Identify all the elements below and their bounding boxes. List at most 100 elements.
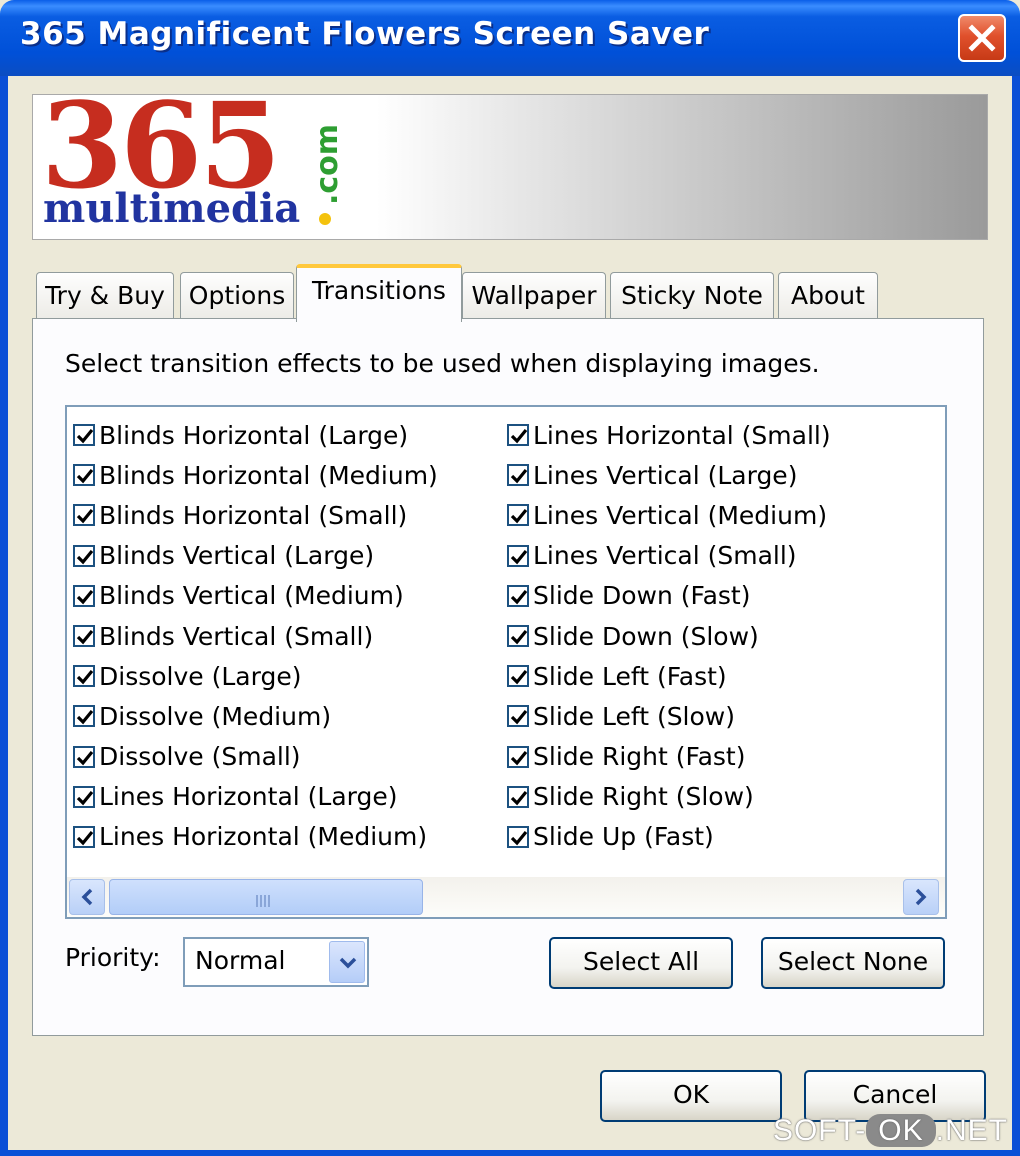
transition-checkbox[interactable]	[73, 745, 95, 768]
transition-checkbox[interactable]	[507, 785, 529, 808]
checkmark-icon	[510, 790, 528, 806]
transition-item[interactable]: Slide Left (Slow)	[507, 696, 831, 736]
grip-icon	[256, 892, 274, 907]
checkmark-icon	[510, 630, 528, 645]
transition-checkbox[interactable]	[507, 464, 529, 487]
title-bar[interactable]: 365 Magnificent Flowers Screen Saver	[0, 0, 1020, 76]
watermark: SOFT- OK .NET	[773, 1114, 1008, 1148]
transition-checkbox[interactable]	[73, 705, 95, 728]
transition-item[interactable]: Dissolve (Medium)	[73, 696, 438, 736]
transition-checkbox[interactable]	[73, 424, 95, 447]
transition-item[interactable]: Slide Left (Fast)	[507, 656, 831, 696]
transition-item[interactable]: Blinds Vertical (Large)	[73, 536, 438, 576]
transition-item[interactable]: Slide Up (Fast)	[507, 817, 831, 857]
checkmark-icon	[510, 429, 528, 444]
transition-item[interactable]: Blinds Horizontal (Small)	[73, 495, 438, 535]
scrollbar-thumb[interactable]	[109, 879, 423, 915]
transition-checkbox[interactable]	[73, 584, 95, 607]
transition-label: Lines Horizontal (Large)	[99, 782, 398, 812]
transition-label: Slide Left (Slow)	[533, 701, 736, 731]
priority-value: Normal	[195, 946, 286, 975]
instruction-text: Select transition effects to be used whe…	[65, 349, 820, 378]
checkmark-icon	[76, 509, 94, 524]
transitions-panel: Select transition effects to be used whe…	[32, 318, 984, 1036]
checkmark-icon	[510, 509, 528, 524]
window-frame-right	[1012, 76, 1020, 1156]
transition-checkbox[interactable]	[507, 705, 529, 728]
transitions-column-right: Lines Horizontal (Small) Lines Vertical (…	[507, 415, 831, 857]
transition-item[interactable]: Blinds Vertical (Small)	[73, 616, 438, 656]
transition-label: Blinds Horizontal (Small)	[99, 500, 408, 530]
transition-checkbox[interactable]	[507, 825, 529, 848]
tab-transitions[interactable]: Transitions	[296, 264, 462, 322]
watermark-right: .NET	[935, 1114, 1008, 1147]
transition-checkbox[interactable]	[73, 464, 95, 487]
transition-checkbox[interactable]	[507, 625, 529, 648]
close-button[interactable]	[958, 14, 1006, 62]
transition-label: Dissolve (Large)	[99, 661, 302, 691]
transition-checkbox[interactable]	[73, 504, 95, 527]
tab-options[interactable]: Options	[180, 272, 294, 320]
tab-sticky-note[interactable]: Sticky Note	[610, 272, 774, 320]
priority-select[interactable]: Normal	[183, 937, 369, 987]
transition-checkbox[interactable]	[507, 665, 529, 688]
transition-checkbox[interactable]	[73, 544, 95, 567]
ok-button[interactable]: OK	[600, 1070, 782, 1122]
transition-label: Slide Down (Slow)	[533, 621, 759, 651]
transition-item[interactable]: Lines Vertical (Medium)	[507, 495, 831, 535]
watermark-left: SOFT-	[772, 1114, 867, 1147]
transition-item[interactable]: Slide Right (Fast)	[507, 737, 831, 777]
transition-label: Lines Horizontal (Medium)	[99, 822, 428, 852]
tab-about[interactable]: About	[778, 272, 878, 320]
transition-item[interactable]: Slide Down (Fast)	[507, 576, 831, 616]
checkmark-icon	[76, 670, 94, 685]
transition-checkbox[interactable]	[507, 584, 529, 607]
tab-wallpaper[interactable]: Wallpaper	[462, 272, 606, 320]
checkmark-icon	[76, 549, 94, 565]
checkmark-icon	[76, 750, 94, 765]
brand-banner: 365 multimedia .com	[32, 87, 988, 240]
checkmark-icon	[76, 790, 94, 806]
transition-checkbox[interactable]	[73, 625, 95, 648]
select-none-button[interactable]: Select None	[761, 937, 945, 989]
watermark-mid: OK	[866, 1114, 936, 1147]
transition-item[interactable]: Slide Right (Slow)	[507, 777, 831, 817]
chevron-right-icon	[915, 888, 927, 906]
transition-item[interactable]: Lines Horizontal (Small)	[507, 415, 831, 455]
transition-label: Lines Horizontal (Small)	[533, 420, 831, 450]
transition-item[interactable]: Lines Horizontal (Large)	[73, 777, 438, 817]
checkmark-icon	[76, 469, 94, 484]
transition-checkbox[interactable]	[507, 424, 529, 447]
close-icon	[968, 24, 996, 52]
transition-checkbox[interactable]	[73, 785, 95, 808]
select-all-button[interactable]: Select All	[549, 937, 733, 989]
transition-item[interactable]: Blinds Vertical (Medium)	[73, 576, 438, 616]
transitions-column-left: Blinds Horizontal (Large) Blinds Horizont…	[73, 415, 438, 857]
transition-item[interactable]: Blinds Horizontal (Medium)	[73, 455, 438, 495]
logo-word: multimedia	[43, 185, 301, 232]
scroll-right-button[interactable]	[903, 879, 939, 915]
scroll-left-button[interactable]	[69, 879, 105, 915]
transitions-listbox[interactable]: Blinds Horizontal (Large) Blinds Horizont…	[65, 405, 947, 919]
transition-label: Lines Vertical (Medium)	[533, 500, 828, 530]
transition-item[interactable]: Dissolve (Large)	[73, 656, 438, 696]
horizontal-scrollbar[interactable]	[67, 877, 945, 917]
transition-label: Lines Vertical (Large)	[533, 460, 798, 490]
transition-checkbox[interactable]	[507, 504, 529, 527]
checkmark-icon	[510, 469, 528, 484]
transition-item[interactable]: Lines Horizontal (Medium)	[73, 817, 438, 857]
transition-item[interactable]: Slide Down (Slow)	[507, 616, 831, 656]
transition-checkbox[interactable]	[73, 825, 95, 848]
window-frame-bottom	[0, 1150, 1020, 1156]
transition-item[interactable]: Lines Vertical (Small)	[507, 536, 831, 576]
transition-checkbox[interactable]	[507, 745, 529, 768]
transition-item[interactable]: Blinds Horizontal (Large)	[73, 415, 438, 455]
transition-item[interactable]: Dissolve (Small)	[73, 737, 438, 777]
transition-checkbox[interactable]	[507, 544, 529, 567]
transition-checkbox[interactable]	[73, 665, 95, 688]
window-title: 365 Magnificent Flowers Screen Saver	[20, 16, 710, 52]
transition-label: Slide Left (Fast)	[533, 661, 727, 691]
tab-try-buy[interactable]: Try & Buy	[36, 272, 174, 320]
priority-dropdown-button[interactable]	[329, 941, 365, 983]
transition-item[interactable]: Lines Vertical (Large)	[507, 455, 831, 495]
